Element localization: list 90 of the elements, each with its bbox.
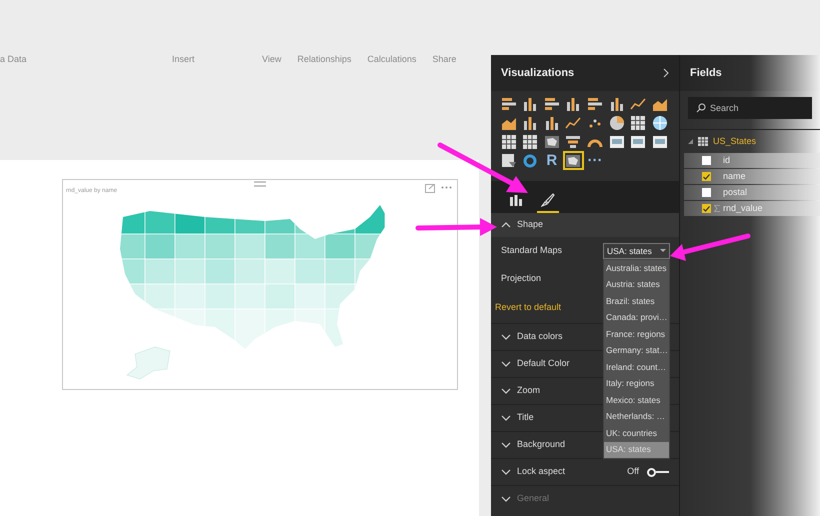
chart-type-icon bbox=[608, 96, 625, 112]
checkmark-icon bbox=[703, 174, 710, 180]
panel-title: Fields bbox=[690, 66, 722, 81]
chart-type-icon bbox=[522, 96, 538, 112]
dropdown-option[interactable]: France: regions bbox=[604, 326, 669, 342]
chart-type-icon bbox=[500, 134, 516, 150]
table-icon bbox=[698, 137, 708, 146]
paintbrush-icon bbox=[541, 193, 555, 207]
chart-type-icon bbox=[500, 96, 516, 112]
chart-type-icon bbox=[565, 96, 582, 112]
chart-type-icon bbox=[500, 152, 516, 168]
sigma-icon bbox=[714, 205, 720, 212]
field-label: Projection bbox=[501, 272, 542, 286]
chart-type-icon bbox=[630, 114, 646, 130]
dropdown-option[interactable]: Italy: regions bbox=[604, 376, 669, 392]
chart-type-label: ··· bbox=[588, 152, 602, 168]
field-name: name bbox=[723, 170, 746, 183]
field-row[interactable]: id bbox=[684, 153, 820, 168]
section-header[interactable]: Lock aspect bbox=[517, 465, 566, 479]
field-row[interactable]: postal bbox=[684, 185, 820, 200]
search-icon bbox=[696, 103, 706, 113]
dropdown-option[interactable]: Brazil: states bbox=[604, 293, 669, 310]
dropdown-option[interactable]: Germany: stat… bbox=[604, 342, 669, 359]
section-header[interactable]: Shape bbox=[517, 218, 544, 232]
dropdown-option[interactable]: Netherlands: … bbox=[604, 408, 669, 425]
dropdown-option[interactable]: Canada: provi… bbox=[604, 310, 669, 326]
chart-type-icon bbox=[522, 134, 538, 150]
section-header[interactable]: Default Color bbox=[517, 357, 570, 371]
chart-type-label: R bbox=[546, 152, 558, 168]
chart-type-icon bbox=[587, 96, 603, 112]
search-field[interactable]: Search bbox=[688, 97, 812, 119]
chart-type-icon bbox=[565, 152, 582, 168]
visual-type-option[interactable] bbox=[562, 151, 584, 170]
chart-type-icon bbox=[565, 114, 582, 130]
section-header[interactable]: Background bbox=[517, 438, 566, 452]
checkbox[interactable] bbox=[702, 204, 711, 213]
dropdown-option[interactable]: UK: countries bbox=[604, 425, 669, 442]
section-header[interactable]: Zoom bbox=[517, 384, 540, 398]
chart-type-icon bbox=[544, 134, 560, 150]
checkbox[interactable] bbox=[702, 156, 711, 165]
chevron-right-icon[interactable] bbox=[663, 68, 669, 78]
checkbox[interactable] bbox=[702, 188, 711, 197]
expanded-caret-icon[interactable] bbox=[688, 139, 693, 144]
dropdown-caret-icon bbox=[660, 249, 666, 253]
revert-link[interactable]: Revert to default bbox=[495, 301, 562, 315]
chevron-down-icon bbox=[501, 469, 511, 475]
menu-tab[interactable]: View bbox=[262, 53, 282, 67]
chart-type-icon bbox=[652, 134, 668, 150]
section-header[interactable]: General bbox=[517, 492, 550, 506]
section-header[interactable]: Title bbox=[517, 411, 534, 425]
checkmark-icon bbox=[703, 206, 710, 212]
chart-type-icon bbox=[522, 152, 538, 168]
chevron-down-icon bbox=[501, 334, 511, 340]
dropdown-option[interactable]: Austria: states bbox=[604, 276, 669, 293]
toggle-state: Off bbox=[627, 465, 639, 478]
dropdown-option[interactable]: Australia: states bbox=[604, 260, 669, 276]
chart-type-icon bbox=[544, 114, 560, 130]
visual-type-option[interactable]: R bbox=[541, 151, 562, 170]
section-header[interactable]: Data colors bbox=[517, 330, 563, 344]
chart-type-icon bbox=[608, 134, 625, 150]
more-options-icon[interactable] bbox=[441, 186, 452, 189]
panel-title: Visualizations bbox=[501, 66, 574, 81]
chevron-down-icon bbox=[501, 442, 511, 448]
chart-type-icon bbox=[652, 114, 668, 130]
menu-tab[interactable]: Insert bbox=[166, 53, 246, 67]
chart-type-icon bbox=[630, 134, 646, 150]
chevron-down-icon bbox=[501, 496, 511, 502]
fields-icon bbox=[510, 194, 522, 206]
field-label: Standard Maps bbox=[501, 244, 562, 258]
visual-type-option[interactable]: ··· bbox=[584, 151, 606, 170]
chevron-down-icon bbox=[501, 388, 511, 394]
chart-type-icon bbox=[544, 96, 560, 112]
checkbox[interactable] bbox=[702, 172, 711, 181]
dropdown-option[interactable]: Ireland: count… bbox=[604, 359, 669, 376]
dropdown-field[interactable]: USA: states bbox=[603, 243, 670, 259]
dropdown-option[interactable]: Mexico: states bbox=[604, 392, 669, 408]
chart-type-icon bbox=[565, 134, 582, 150]
field-name: rnd_value bbox=[723, 202, 763, 215]
chevron-up-icon bbox=[501, 222, 511, 228]
drag-handle-icon[interactable] bbox=[254, 180, 266, 186]
chart-type-icon bbox=[608, 114, 625, 130]
toggle-switch[interactable] bbox=[647, 467, 669, 477]
field-row[interactable]: name bbox=[684, 169, 820, 184]
table-name[interactable]: US_States bbox=[713, 134, 756, 148]
chevron-down-icon bbox=[501, 361, 511, 367]
chevron-down-icon bbox=[501, 415, 511, 421]
chart-type-icon bbox=[630, 96, 646, 112]
field-name: postal bbox=[723, 186, 748, 199]
chart-type-icon bbox=[522, 114, 538, 130]
field-name: id bbox=[723, 154, 730, 167]
